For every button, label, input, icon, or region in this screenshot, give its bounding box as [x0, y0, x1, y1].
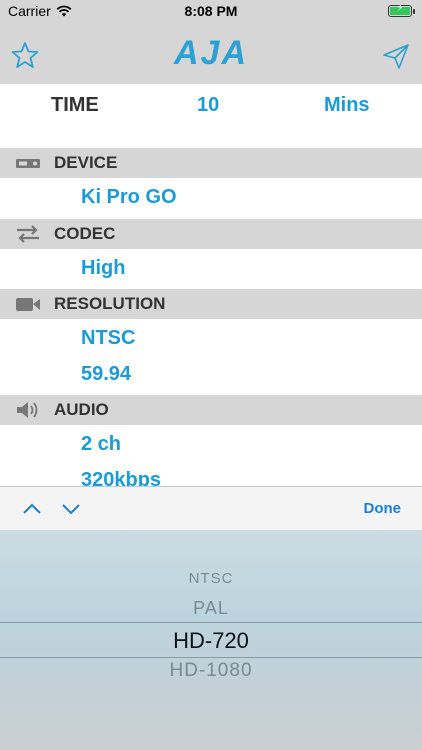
aja-logo: AJA — [173, 34, 249, 72]
time-unit[interactable]: Mins — [324, 94, 370, 117]
send-icon[interactable] — [382, 42, 410, 70]
time-label: TIME — [51, 94, 99, 116]
battery-icon: ⚡ — [388, 3, 415, 17]
device-value[interactable]: Ki Pro GO — [81, 186, 177, 209]
section-header-device: DEVICE — [0, 148, 422, 178]
navigation-bar: AJA — [0, 22, 422, 84]
status-bar: Carrier 8:08 PM ⚡ — [0, 0, 422, 22]
picker-selection-bottom-line — [0, 657, 422, 658]
section-header-codec: CODEC — [0, 219, 422, 249]
picker-toolbar: Done — [0, 486, 422, 530]
codec-value[interactable]: High — [81, 257, 125, 280]
chevron-down-icon[interactable] — [61, 499, 81, 519]
section-header-audio: AUDIO — [0, 395, 422, 425]
picker-option-selected[interactable]: HD-720 — [0, 628, 422, 654]
resolution-picker[interactable]: NTSC PAL HD-720 HD-1080 — [0, 530, 422, 750]
speaker-icon — [17, 402, 38, 418]
done-button[interactable]: Done — [364, 500, 402, 517]
picker-option[interactable]: PAL — [0, 598, 422, 619]
section-header-resolution: RESOLUTION — [0, 289, 422, 319]
picker-option[interactable]: NTSC — [0, 570, 422, 587]
audio-bitrate-value[interactable]: 320kbps — [81, 469, 161, 486]
resolution-title: RESOLUTION — [54, 294, 166, 313]
status-time: 8:08 PM — [184, 3, 238, 19]
audio-title: AUDIO — [54, 400, 109, 419]
time-row[interactable]: TIME 10 Mins — [0, 84, 422, 148]
codec-title: CODEC — [54, 224, 116, 243]
framerate-value[interactable]: 59.94 — [81, 363, 131, 386]
resolution-value[interactable]: NTSC — [81, 327, 135, 350]
video-camera-icon — [16, 298, 40, 311]
chevron-up-icon[interactable] — [22, 499, 42, 519]
time-value[interactable]: 10 — [197, 94, 219, 117]
device-icon — [16, 159, 40, 168]
swap-arrows-icon — [17, 225, 39, 243]
picker-option[interactable]: HD-1080 — [0, 660, 422, 682]
charging-icon: ⚡ — [396, 3, 404, 14]
top-bar: Carrier 8:08 PM ⚡ AJA — [0, 0, 422, 84]
device-title: DEVICE — [54, 153, 118, 172]
picker-selection-top-line — [0, 622, 422, 623]
audio-channels-value[interactable]: 2 ch — [81, 433, 121, 456]
